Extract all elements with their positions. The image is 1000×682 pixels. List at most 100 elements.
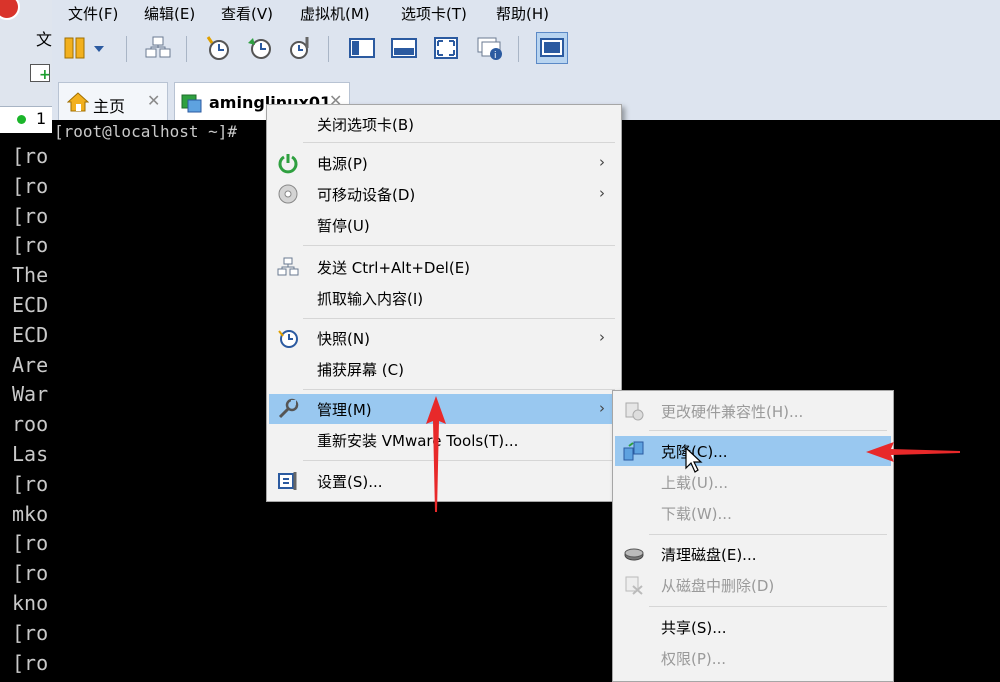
- menu-item-pause[interactable]: 暂停(U): [269, 210, 619, 240]
- submenu-item-share[interactable]: 共享(S)...: [615, 612, 891, 642]
- terminal-line: [ro: [12, 531, 49, 556]
- menu-item-label: 下载(W)...: [661, 505, 732, 523]
- menu-separator: [303, 142, 615, 143]
- terminal-line: [ro: [12, 173, 49, 198]
- menu-item-label: 重新安装 VMware Tools(T)...: [317, 432, 519, 450]
- new-item-icon[interactable]: [30, 64, 51, 83]
- terminal-prompt: [root@localhost ~]#: [54, 122, 238, 141]
- mouse-cursor-icon: [685, 446, 703, 473]
- menu-item-label: 暂停(U): [317, 217, 370, 235]
- terminal-line: ECD: [12, 322, 49, 347]
- menu-item-label: 上载(U)...: [661, 474, 728, 492]
- submenu-item-upload[interactable]: 上载(U)...: [615, 467, 891, 497]
- menu-separator: [303, 245, 615, 246]
- menu-item-label: 设置(S)...: [317, 473, 383, 491]
- menu-vm[interactable]: 虚拟机(M): [300, 3, 370, 24]
- fit-window-icon[interactable]: [432, 34, 460, 62]
- menu-item-send-ctrl-alt-del[interactable]: 发送 Ctrl+Alt+Del(E): [269, 252, 619, 282]
- menu-item-snapshot[interactable]: 快照(N) ›: [269, 323, 619, 353]
- close-icon[interactable]: ✕: [147, 91, 160, 110]
- terminal-line: Are: [12, 352, 49, 377]
- background-window: 文 1 [ro [ro [ro [ro The ECD ECD Are War …: [0, 0, 53, 675]
- terminal-line: [ro: [12, 203, 49, 228]
- dropdown-arrow-icon[interactable]: [90, 34, 108, 62]
- menu-item-label: 从磁盘中删除(D): [661, 577, 775, 595]
- menu-separator: [649, 606, 887, 607]
- menu-file[interactable]: 文件(F): [68, 3, 118, 24]
- terminal-line: War: [12, 382, 49, 407]
- submenu-item-change-hardware-compatibility[interactable]: 更改硬件兼容性(H)...: [615, 396, 891, 426]
- delete-icon: [623, 574, 645, 596]
- menu-item-label: 权限(P)...: [661, 650, 727, 668]
- disc-icon: [277, 183, 299, 205]
- menu-item-power[interactable]: 电源(P) ›: [269, 148, 619, 178]
- background-window-chrome: 文 1: [0, 0, 53, 133]
- menu-item-capture-screen[interactable]: 捕获屏幕 (C): [269, 354, 619, 384]
- pause-icon[interactable]: [62, 34, 90, 62]
- power-icon: [277, 152, 299, 174]
- disk-cleanup-icon: [623, 543, 645, 565]
- background-terminal-lines: [ro [ro [ro [ro The ECD ECD Are War roo …: [12, 142, 48, 678]
- terminal-line: The: [12, 263, 49, 288]
- menu-separator: [303, 460, 615, 461]
- menu-view[interactable]: 查看(V): [221, 3, 273, 24]
- tab-home-label: 主页: [93, 97, 126, 116]
- menu-separator: [303, 389, 615, 390]
- send-ctrl-alt-del-icon[interactable]: [144, 34, 172, 62]
- background-status-number: 1: [36, 109, 47, 128]
- submenu-item-download[interactable]: 下载(W)...: [615, 498, 891, 528]
- terminal-line: [ro: [12, 650, 49, 675]
- menu-edit[interactable]: 编辑(E): [144, 3, 195, 24]
- menu-item-label: 电源(P): [317, 155, 368, 173]
- hardware-compatibility-icon: [623, 400, 645, 422]
- menu-help[interactable]: 帮助(H): [496, 3, 549, 24]
- background-menu-fragment[interactable]: 文: [36, 26, 52, 50]
- snapshot-manager-icon[interactable]: [286, 34, 314, 62]
- toolbar-separator: [518, 36, 519, 62]
- menu-item-close-tab[interactable]: 关闭选项卡(B): [269, 109, 619, 139]
- tab-home[interactable]: 主页 ✕: [58, 82, 168, 120]
- terminal-line: roo: [12, 412, 49, 437]
- app-logo-icon: [0, 0, 20, 20]
- menu-separator: [649, 430, 887, 431]
- chevron-right-icon: ›: [599, 184, 605, 202]
- console-view-icon[interactable]: [348, 34, 376, 62]
- toolbar-separator: [186, 36, 187, 62]
- revert-snapshot-icon[interactable]: [246, 34, 274, 62]
- home-icon: [66, 92, 90, 112]
- menu-separator: [649, 534, 887, 535]
- chevron-right-icon: ›: [599, 153, 605, 171]
- terminal-line: kno: [12, 590, 49, 615]
- menu-item-label: 捕获屏幕 (C): [317, 361, 404, 379]
- submenu-item-clean-disks[interactable]: 清理磁盘(E)...: [615, 539, 891, 569]
- menu-tabs[interactable]: 选项卡(T): [401, 3, 467, 24]
- fullscreen-icon[interactable]: [390, 34, 418, 62]
- chevron-right-icon: ›: [599, 399, 605, 417]
- unity-icon[interactable]: i: [476, 34, 504, 62]
- running-status-icon: [17, 115, 26, 124]
- terminal-line: ECD: [12, 292, 49, 317]
- annotation-arrow-up-icon: [426, 396, 446, 512]
- vm-icon: [181, 93, 203, 113]
- library-icon[interactable]: [536, 32, 568, 64]
- wrench-icon: [277, 398, 299, 420]
- terminal-line: [ro: [12, 471, 49, 496]
- manage-submenu: 更改硬件兼容性(H)... 克隆(C)... 上载(U)... 下载(W)...…: [612, 390, 894, 682]
- menu-item-grab-input[interactable]: 抓取输入内容(I): [269, 283, 619, 313]
- menu-item-label: 共享(S)...: [661, 619, 727, 637]
- menu-item-label: 快照(N): [317, 330, 370, 348]
- terminal-line: [ro: [12, 233, 49, 258]
- toolbar-separator: [328, 36, 329, 62]
- submenu-item-clone[interactable]: 克隆(C)...: [615, 436, 891, 466]
- submenu-item-delete-from-disk[interactable]: 从磁盘中删除(D): [615, 570, 891, 600]
- menu-item-removable-devices[interactable]: 可移动设备(D) ›: [269, 179, 619, 209]
- terminal-line: [ro: [12, 620, 49, 645]
- annotation-arrow-left-icon: [866, 442, 960, 462]
- menu-item-label: 发送 Ctrl+Alt+Del(E): [317, 259, 471, 277]
- toolbar-separator: [126, 36, 127, 62]
- toolbar: i: [52, 26, 1000, 73]
- snapshot-icon[interactable]: [204, 34, 232, 62]
- menu-item-label: 清理磁盘(E)...: [661, 546, 757, 564]
- send-ctrl-alt-del-icon: [277, 256, 299, 278]
- submenu-item-permissions[interactable]: 权限(P)...: [615, 643, 891, 673]
